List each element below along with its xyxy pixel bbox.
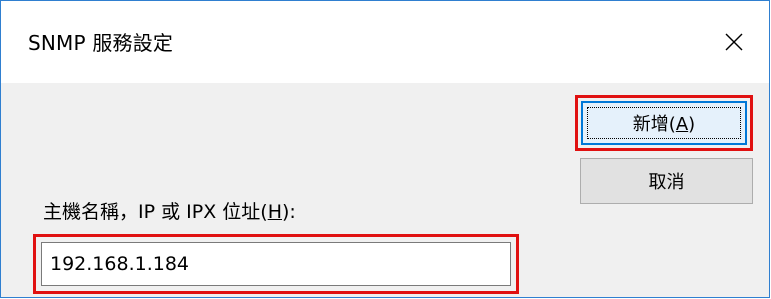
host-address-label: 主機名稱，IP 或 IPX 位址(H): (43, 201, 296, 223)
focus-ring (587, 107, 741, 139)
title-bar: SNMP 服務設定 (1, 1, 769, 83)
snmp-service-dialog: SNMP 服務設定 新增(A) 取消 主機名稱，IP 或 IPX 位址(H): (0, 0, 770, 298)
close-icon (724, 32, 744, 52)
cancel-button[interactable]: 取消 (580, 158, 753, 204)
host-label-mnemonic: H (267, 201, 282, 223)
cancel-button-label: 取消 (648, 172, 685, 193)
window-title: SNMP 服務設定 (28, 31, 174, 55)
close-button[interactable] (699, 1, 769, 83)
add-button[interactable]: 新增(A) (581, 101, 747, 145)
host-address-input[interactable] (41, 242, 511, 286)
